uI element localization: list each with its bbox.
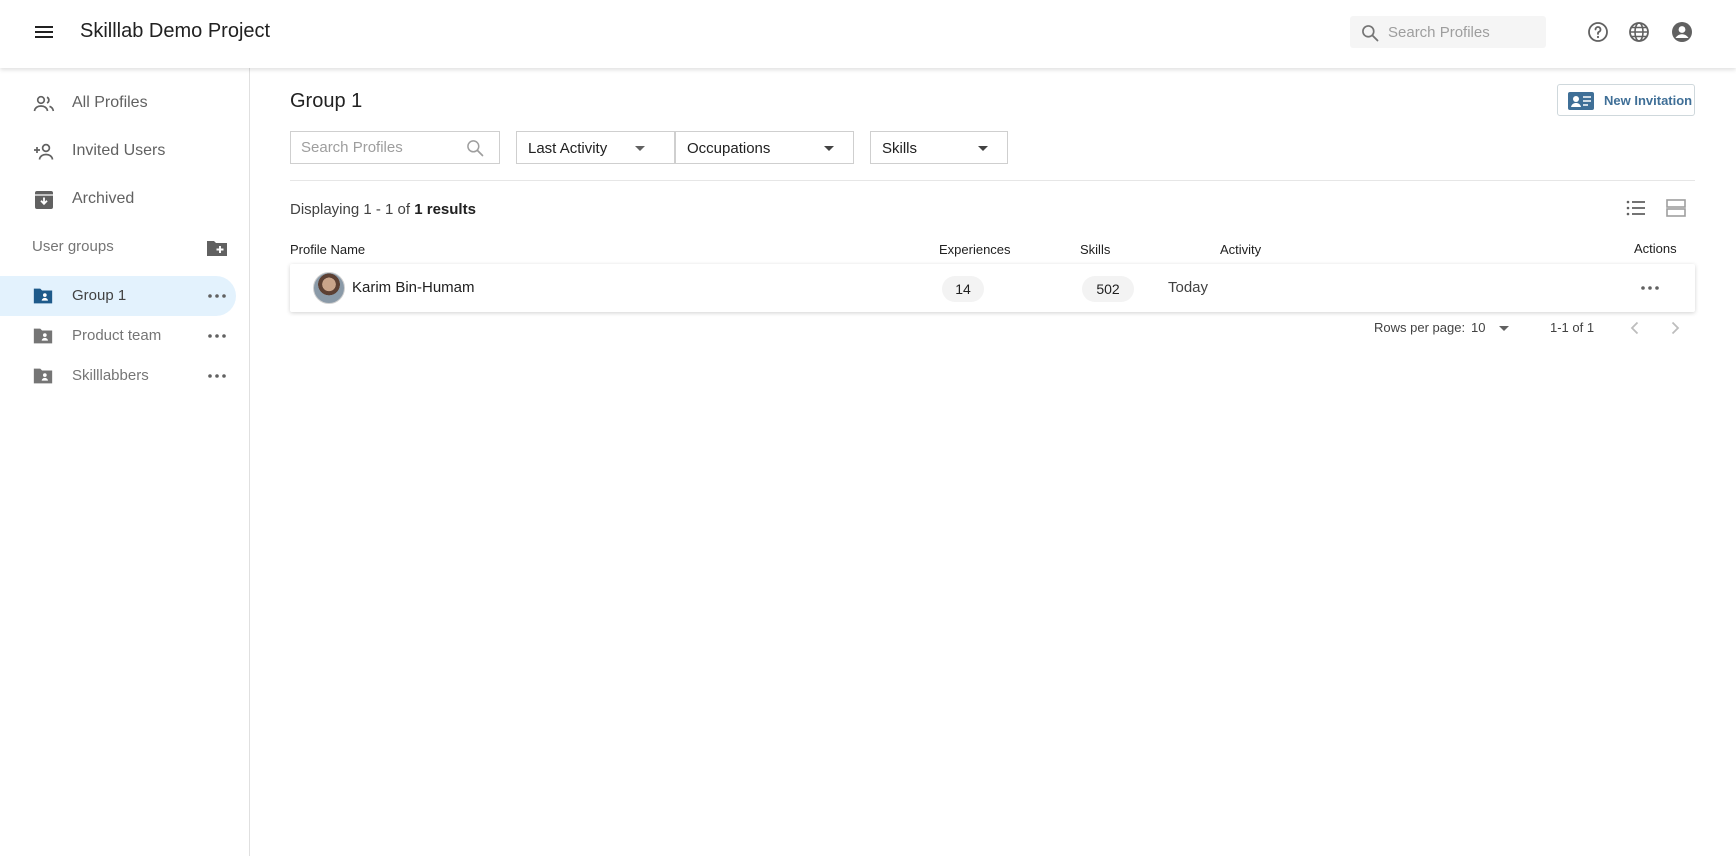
last-activity-dropdown[interactable]: Last Activity: [516, 131, 675, 164]
group-item-skilllabbers[interactable]: Skilllabbers: [0, 356, 236, 396]
caret-down-icon: [824, 146, 834, 151]
pagination-range: 1-1 of 1: [1550, 320, 1595, 335]
more-horizontal-icon[interactable]: [1638, 276, 1662, 300]
skills-dropdown[interactable]: Skills: [870, 131, 1008, 164]
people-icon: [33, 95, 55, 112]
chevron-left-icon: [1630, 321, 1639, 335]
divider: [290, 180, 1695, 181]
account-icon[interactable]: [1670, 20, 1694, 44]
group-item-label: Group 1: [72, 287, 127, 304]
caret-down-icon: [1499, 326, 1509, 331]
caret-down-icon: [635, 146, 645, 151]
new-invitation-label: New Invitation: [1604, 93, 1693, 108]
sidebar-item-all-profiles[interactable]: All Profiles: [0, 84, 236, 124]
new-invitation-button[interactable]: New Invitation: [1557, 84, 1695, 116]
search-icon: [467, 140, 484, 157]
skills-count: 502: [1082, 276, 1134, 302]
archive-icon: [35, 191, 53, 209]
chevron-right-icon: [1671, 321, 1680, 335]
column-header-experiences[interactable]: Experiences: [939, 242, 1011, 257]
user-groups-label: User groups: [32, 238, 114, 255]
column-header-profile-name[interactable]: Profile Name: [290, 242, 365, 257]
sidebar-item-label: All Profiles: [72, 94, 148, 111]
next-page-button[interactable]: [1663, 316, 1687, 340]
rows-per-page-select[interactable]: 10: [1471, 316, 1511, 340]
app-title: Skilllab Demo Project: [80, 20, 271, 42]
dropdown-label: Last Activity: [528, 140, 608, 157]
app-header: Skilllab Demo Project: [0, 0, 1736, 68]
add-group-icon[interactable]: [205, 236, 229, 260]
results-summary: Displaying 1 - 1 of 1 results: [290, 201, 476, 218]
avatar: [313, 272, 345, 304]
results-prefix: Displaying 1 - 1 of: [290, 201, 411, 218]
table-row[interactable]: Karim Bin-Humam 14 502 Today: [290, 264, 1695, 312]
globe-icon[interactable]: [1627, 20, 1651, 44]
sidebar-item-archived[interactable]: Archived: [0, 180, 236, 220]
help-icon[interactable]: [1586, 20, 1610, 44]
search-icon: [1362, 25, 1379, 42]
folder-shared-icon: [33, 288, 53, 304]
group-item-group-1[interactable]: Group 1: [0, 276, 236, 316]
person-add-icon: [34, 143, 54, 160]
folder-shared-icon: [33, 328, 53, 344]
group-item-product-team[interactable]: Product team: [0, 316, 236, 356]
group-item-label: Skilllabbers: [72, 367, 149, 384]
profile-search-input[interactable]: [301, 132, 461, 163]
more-horizontal-icon[interactable]: [205, 284, 229, 308]
column-header-activity[interactable]: Activity: [1220, 242, 1261, 257]
header-search-input[interactable]: [1388, 16, 1538, 48]
profile-search[interactable]: [290, 131, 500, 164]
occupations-dropdown[interactable]: Occupations: [675, 131, 854, 164]
sidebar: All Profiles Invited Users Archived User…: [0, 68, 250, 856]
dropdown-label: Skills: [882, 140, 918, 157]
rows-per-page-value: 10: [1471, 320, 1486, 335]
activity-value: Today: [1168, 279, 1209, 296]
dropdown-label: Occupations: [687, 140, 771, 157]
header-search[interactable]: [1350, 16, 1546, 48]
page-title: Group 1: [290, 90, 363, 112]
contact-card-icon: [1568, 92, 1594, 110]
main-content: Group 1 New Invitation Last Activity Occ…: [251, 68, 1736, 856]
experiences-count: 14: [942, 276, 984, 302]
sidebar-item-label: Invited Users: [72, 142, 166, 159]
column-header-actions: Actions: [1634, 241, 1677, 256]
folder-shared-icon: [33, 368, 53, 384]
results-count: 1 results: [414, 201, 476, 218]
card-view-icon[interactable]: [1664, 196, 1688, 220]
sidebar-item-label: Archived: [72, 190, 135, 207]
list-view-icon[interactable]: [1624, 196, 1648, 220]
menu-icon[interactable]: [32, 20, 56, 44]
group-item-label: Product team: [72, 327, 162, 344]
more-horizontal-icon[interactable]: [205, 324, 229, 348]
column-header-skills[interactable]: Skills: [1080, 242, 1110, 257]
caret-down-icon: [978, 146, 988, 151]
more-horizontal-icon[interactable]: [205, 364, 229, 388]
previous-page-button[interactable]: [1623, 316, 1647, 340]
profile-name[interactable]: Karim Bin-Humam: [352, 279, 475, 296]
rows-per-page-label: Rows per page:: [1374, 320, 1466, 335]
sidebar-item-invited-users[interactable]: Invited Users: [0, 132, 236, 172]
